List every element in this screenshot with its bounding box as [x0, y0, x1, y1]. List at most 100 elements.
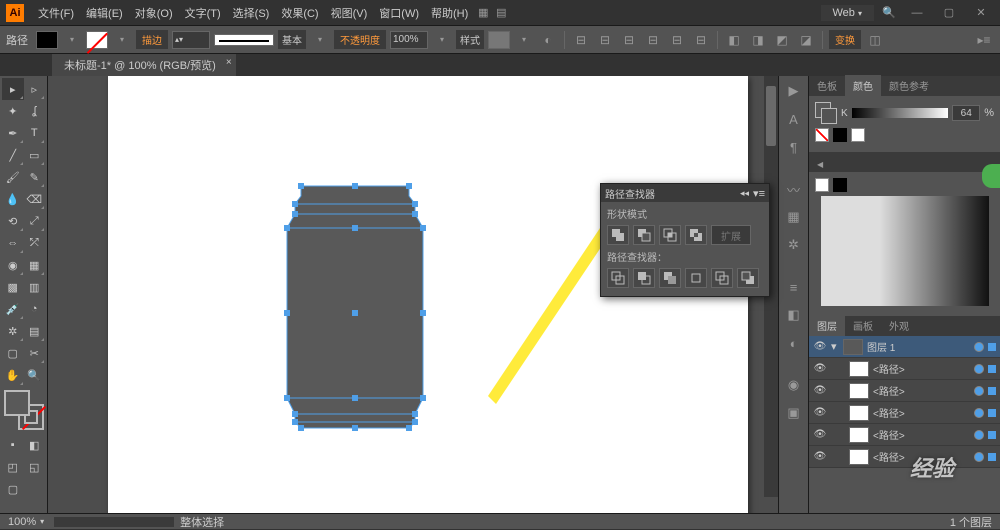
navigator-scrub[interactable] [54, 517, 174, 527]
intersect-button[interactable] [659, 225, 681, 245]
target-icon[interactable] [974, 430, 984, 440]
maximize-button[interactable]: ▢ [936, 4, 962, 22]
pathfinder-panel[interactable]: 路径查找器 ◂◂ ▾≡ 形状模式 扩展 路径查找器： [600, 183, 770, 297]
blob-brush-tool[interactable]: 💧 [2, 188, 24, 210]
opacity-input[interactable]: 100% [390, 31, 428, 49]
menu-effect[interactable]: 效果(C) [275, 5, 324, 21]
swatches-panel-icon[interactable]: ▦ [783, 206, 805, 228]
unite-button[interactable] [607, 225, 629, 245]
menu-type[interactable]: 文字(T) [179, 5, 227, 21]
chevron-down-icon[interactable]: ▾ [514, 30, 534, 50]
style-swatch[interactable] [488, 31, 510, 49]
fill-stroke-mini[interactable] [815, 102, 837, 124]
paragraph-panel-icon[interactable]: ¶ [783, 136, 805, 158]
visibility-icon[interactable]: 👁 [813, 407, 827, 418]
align-top-icon[interactable]: ⊟ [643, 30, 663, 50]
graph-tool[interactable]: ▤ [24, 320, 46, 342]
visibility-icon[interactable]: 👁 [813, 341, 827, 352]
stroke-style-dropdown[interactable] [214, 34, 274, 46]
color-guide-tab[interactable]: 颜色参考 [881, 75, 937, 96]
draw-mode-icon[interactable]: ◱ [24, 456, 46, 478]
blend-tool[interactable]: ◔ [24, 298, 46, 320]
divide-button[interactable] [607, 268, 629, 288]
swatches-tab[interactable]: 色板 [809, 75, 845, 96]
stroke-link[interactable]: 描边 [136, 30, 168, 49]
minimize-button[interactable]: — [904, 4, 930, 22]
fill-dropdown-icon[interactable]: ▾ [62, 30, 82, 50]
appearance-panel-icon[interactable]: ◉ [783, 374, 805, 396]
close-button[interactable]: ✕ [968, 4, 994, 22]
draw-mode-icon[interactable]: ◰ [2, 456, 24, 478]
merge-button[interactable] [659, 268, 681, 288]
shape-mode-icon[interactable]: ◨ [748, 30, 768, 50]
hand-tool[interactable]: ✋ [2, 364, 24, 386]
target-icon[interactable] [974, 342, 984, 352]
gradient-panel-icon[interactable]: ◧ [783, 304, 805, 326]
color-tab[interactable]: 颜色 [845, 75, 881, 96]
collapse-icon[interactable]: ◂◂ [740, 188, 749, 199]
fill-swatch[interactable] [36, 31, 58, 49]
align-bottom-icon[interactable]: ⊟ [691, 30, 711, 50]
shape-mode-icon[interactable]: ◩ [772, 30, 792, 50]
stroke-dropdown-icon[interactable]: ▾ [112, 30, 132, 50]
gradient-tool[interactable]: ▥ [24, 276, 46, 298]
appearance-tab[interactable]: 外观 [881, 315, 917, 336]
bridge-icon[interactable]: ▦ [474, 4, 492, 22]
transparency-panel-icon[interactable]: ◐ [783, 332, 805, 354]
align-vcenter-icon[interactable]: ⊟ [667, 30, 687, 50]
graphic-styles-panel-icon[interactable]: ▣ [783, 402, 805, 424]
target-icon[interactable] [974, 452, 984, 462]
layer-name[interactable]: 图层 1 [867, 339, 970, 354]
screen-mode-icon[interactable]: ▢ [2, 478, 24, 500]
direct-selection-tool[interactable]: ▹ [24, 78, 46, 100]
recolor-icon[interactable]: ◐ [538, 30, 558, 50]
eyedropper-tool[interactable]: 💉 [2, 298, 24, 320]
free-transform-tool[interactable]: ⤱ [24, 232, 46, 254]
stroke-panel-icon[interactable]: ≡ [783, 276, 805, 298]
rectangle-tool[interactable]: ▭ [24, 144, 46, 166]
target-icon[interactable] [974, 386, 984, 396]
fill-indicator[interactable] [4, 390, 30, 416]
minus-front-button[interactable] [633, 225, 655, 245]
stroke-swatch[interactable] [86, 31, 108, 49]
menu-object[interactable]: 对象(O) [129, 5, 179, 21]
layer-item-name[interactable]: <路径> [873, 405, 970, 420]
target-icon[interactable] [974, 364, 984, 374]
layer-row[interactable]: 👁<路径> [809, 380, 1000, 402]
eraser-tool[interactable]: ⌫ [24, 188, 46, 210]
stroke-weight-input[interactable]: ▴▾ [172, 31, 210, 49]
symbols-panel-icon[interactable]: ✲ [783, 234, 805, 256]
rotate-tool[interactable]: ⟲ [2, 210, 24, 232]
slice-tool[interactable]: ✂ [24, 342, 46, 364]
minus-back-button[interactable] [737, 268, 759, 288]
color-mode-gradient[interactable]: ◧ [24, 434, 46, 456]
search-icon[interactable]: 🔍 [880, 4, 898, 22]
gradient-preview[interactable] [821, 196, 989, 306]
black-swatch-icon[interactable] [833, 128, 847, 142]
target-icon[interactable] [974, 408, 984, 418]
visibility-icon[interactable]: 👁 [813, 385, 827, 396]
visibility-icon[interactable]: 👁 [813, 363, 827, 374]
visibility-icon[interactable]: 👁 [813, 451, 827, 462]
none-swatch-icon[interactable] [815, 128, 829, 142]
gradient-white-stop[interactable] [815, 178, 829, 192]
menu-select[interactable]: 选择(S) [227, 5, 276, 21]
symbol-sprayer-tool[interactable]: ✲ [2, 320, 24, 342]
layer-item-name[interactable]: <路径> [873, 427, 970, 442]
layer-row[interactable]: 👁<路径> [809, 358, 1000, 380]
arrange-doc-icon[interactable]: ▤ [492, 4, 510, 22]
chevron-down-icon[interactable]: ▾ [310, 30, 330, 50]
fill-stroke-control[interactable] [4, 390, 44, 430]
document-tab[interactable]: 未标题-1* @ 100% (RGB/预览)× [52, 54, 236, 76]
type-tool[interactable]: T [24, 122, 46, 144]
opacity-link[interactable]: 不透明度 [334, 30, 386, 49]
artboards-tab[interactable]: 画板 [845, 315, 881, 336]
shape-builder-tool[interactable]: ◉ [2, 254, 24, 276]
layer-row[interactable]: 👁 <路径> [809, 402, 1000, 424]
workspace-switcher[interactable]: Web ▾ [821, 5, 875, 21]
layers-tab[interactable]: 图层 [809, 315, 845, 336]
play-icon[interactable]: ▶ [783, 80, 805, 102]
shape-mode-icon[interactable]: ◪ [796, 30, 816, 50]
layer-row[interactable]: 👁 ▾ 图层 1 [809, 336, 1000, 358]
layer-row[interactable]: 👁<路径> [809, 446, 1000, 468]
